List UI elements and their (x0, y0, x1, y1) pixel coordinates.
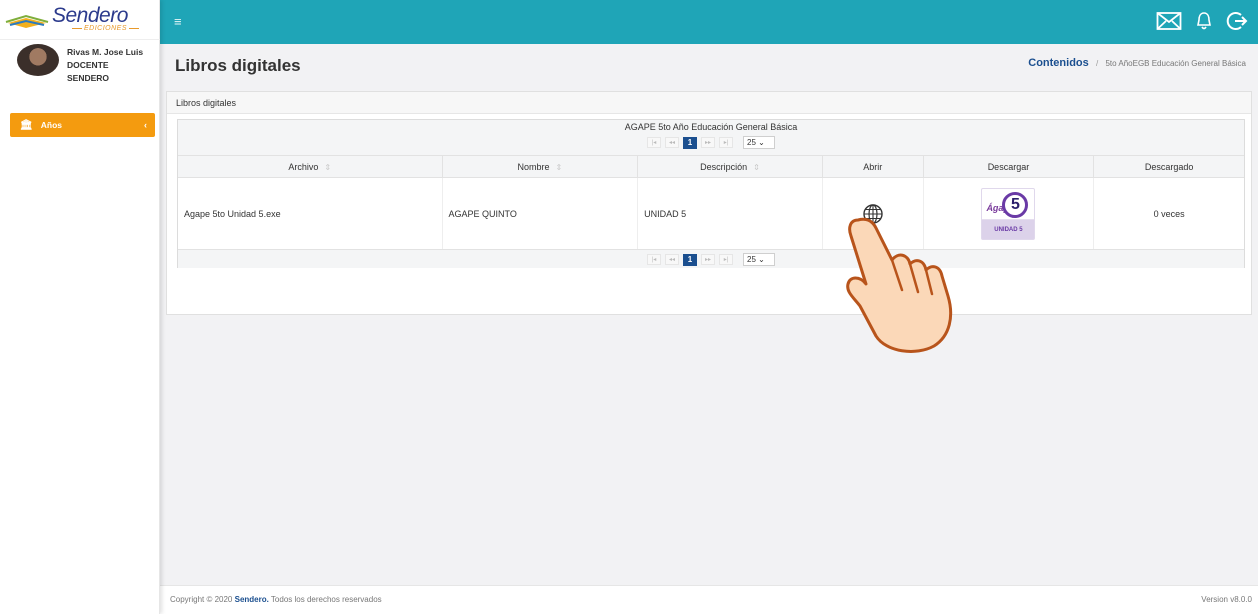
first-page-button[interactable]: |◂ (647, 137, 661, 148)
menu-toggle-icon[interactable]: ≡ (174, 14, 182, 29)
prev-page-button[interactable]: ◂◂ (665, 254, 679, 265)
brand-subtitle: EDICIONES (70, 25, 141, 32)
breadcrumb-separator: / (1096, 59, 1099, 68)
copyright: Copyright © 2020 Sendero. Todos los dere… (170, 595, 382, 604)
user-role: DOCENTE (67, 60, 109, 70)
current-page[interactable]: 1 (683, 136, 697, 149)
column-header-descripcion[interactable]: Descripción ⇕ (638, 156, 823, 177)
breadcrumb-current: 5to AñoEGB Educación General Básica (1105, 59, 1246, 68)
download-book-thumbnail[interactable]: Ágape 5 UNIDAD 5 (981, 187, 1036, 240)
mail-icon[interactable] (1156, 11, 1182, 31)
chevron-left-icon: ‹ (144, 120, 147, 130)
user-info: Rivas M. Jose Luis DOCENTE SENDERO (67, 46, 143, 85)
page-size-value: 25 (747, 138, 756, 147)
hand-pointer-icon (846, 217, 953, 353)
pager-bottom: |◂ ◂◂ 1 ▸▸ ▸| 25 ⌄ (178, 253, 1244, 266)
first-page-button[interactable]: |◂ (647, 254, 661, 265)
column-label: Descargado (1144, 162, 1194, 172)
cell-nombre: AGAPE QUINTO (443, 178, 639, 249)
column-label: Abrir (863, 162, 883, 172)
sort-icon: ⇕ (753, 163, 760, 172)
book-logo-icon (5, 14, 49, 28)
column-header-descargar: Descargar (924, 156, 1095, 177)
prev-page-button[interactable]: ◂◂ (665, 137, 679, 148)
copyright-prefix: Copyright © 2020 (170, 595, 233, 604)
sidebar: Sendero EDICIONES Rivas M. Jose Luis DOC… (0, 0, 160, 614)
table-caption-row: AGAPE 5to Año Educación General Básica |… (178, 120, 1244, 156)
page-size-select[interactable]: 25 ⌄ (743, 253, 775, 266)
sidebar-item-label: Años (40, 120, 62, 130)
topbar: ≡ (160, 0, 1258, 44)
sidebar-item-anos[interactable]: 🏛 Años ‹ (10, 113, 155, 137)
column-header-abrir: Abrir (823, 156, 924, 177)
brand-logo[interactable]: Sendero EDICIONES (0, 0, 160, 40)
column-label: Descripción (700, 162, 748, 172)
panel-heading: Libros digitales (167, 92, 1251, 114)
column-label: Nombre (517, 162, 550, 172)
table-footer-row: |◂ ◂◂ 1 ▸▸ ▸| 25 ⌄ (178, 250, 1244, 268)
version-label: Version v8.0.0 (1201, 595, 1252, 604)
top-icons (1156, 10, 1248, 32)
main-content: Libros digitales Contenidos / 5to AñoEGB… (160, 44, 1258, 614)
last-page-button[interactable]: ▸| (719, 137, 733, 148)
user-name: Rivas M. Jose Luis (67, 47, 144, 57)
cell-descargado: 0 veces (1153, 208, 1185, 219)
page-title: Libros digitales (175, 56, 301, 75)
breadcrumb-root[interactable]: Contenidos (1028, 57, 1089, 69)
bank-icon: 🏛 (20, 120, 33, 131)
avatar (17, 44, 59, 76)
column-header-archivo[interactable]: Archivo ⇕ (178, 156, 443, 177)
pager-top: |◂ ◂◂ 1 ▸▸ ▸| 25 ⌄ (178, 136, 1244, 149)
copyright-brand[interactable]: Sendero. (235, 595, 269, 604)
copyright-rights: Todos los derechos reservados (270, 595, 382, 604)
breadcrumb: Contenidos / 5to AñoEGB Educación Genera… (1028, 57, 1246, 69)
table-header-row: Archivo ⇕ Nombre ⇕ Descripción ⇕ Abrir Desc… (178, 156, 1244, 178)
page-size-select[interactable]: 25 ⌄ (743, 136, 775, 149)
logout-icon[interactable] (1226, 10, 1248, 32)
column-label: Descargar (987, 162, 1030, 172)
content-panel: Libros digitales AGAPE 5to Año Educación… (166, 91, 1252, 315)
sort-icon: ⇕ (555, 163, 563, 172)
page-size-value: 25 (747, 255, 756, 264)
unit-label: UNIDAD 5 (994, 226, 1023, 233)
unit-number: 5 (1002, 191, 1029, 218)
column-header-descargado: Descargado (1094, 156, 1244, 177)
table-caption: AGAPE 5to Año Educación General Básica (624, 122, 798, 132)
sort-icon: ⇕ (324, 163, 332, 172)
next-page-button[interactable]: ▸▸ (701, 254, 715, 265)
page-footer: Copyright © 2020 Sendero. Todos los dere… (160, 585, 1258, 614)
next-page-button[interactable]: ▸▸ (701, 137, 715, 148)
current-page[interactable]: 1 (683, 253, 697, 266)
bell-icon[interactable] (1194, 11, 1214, 31)
cell-descripcion: UNIDAD 5 (638, 178, 823, 249)
column-header-nombre[interactable]: Nombre ⇕ (443, 156, 639, 177)
column-label: Archivo (288, 162, 319, 172)
table-row: Agape 5to Unidad 5.exe AGAPE QUINTO UNID… (178, 178, 1244, 250)
user-org: SENDERO (67, 73, 110, 83)
cell-archivo: Agape 5to Unidad 5.exe (178, 178, 443, 249)
last-page-button[interactable]: ▸| (719, 254, 733, 265)
books-table: AGAPE 5to Año Educación General Básica |… (177, 119, 1245, 268)
